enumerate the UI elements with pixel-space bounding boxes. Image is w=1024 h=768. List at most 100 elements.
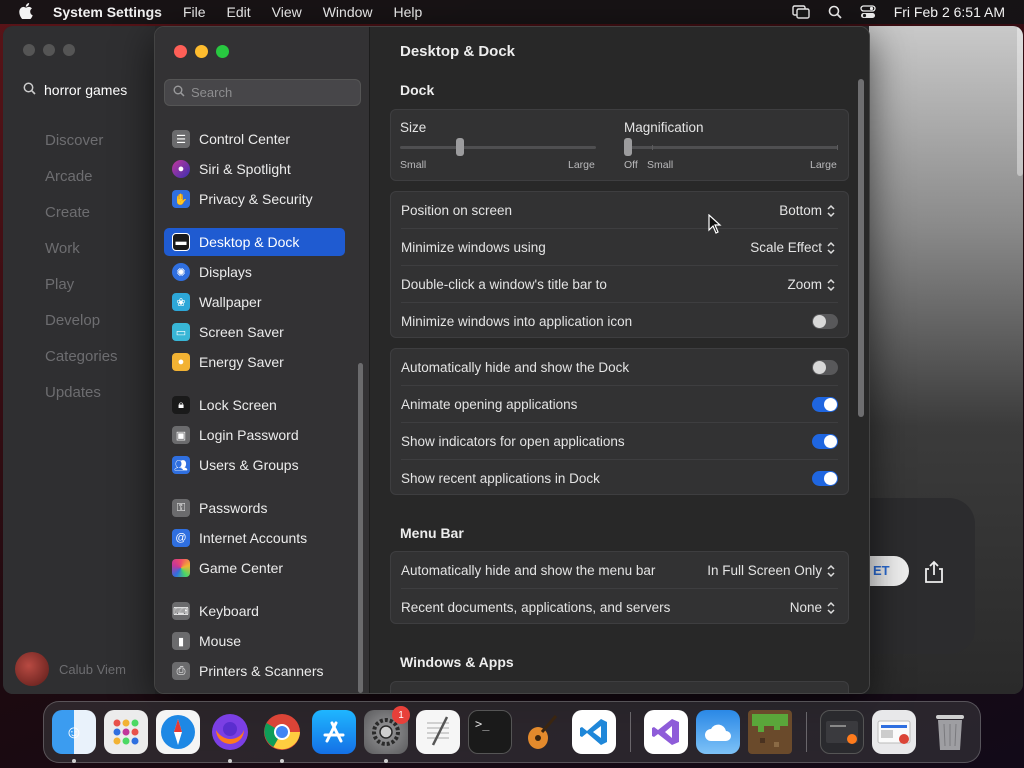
sidebar-item-control-center[interactable]: ☰ Control Center (164, 125, 345, 153)
menu-bar-hide-popup[interactable]: In Full Screen Only (707, 563, 836, 578)
sidebar-item-game-center[interactable]: Game Center (164, 554, 345, 582)
window-preview-icon[interactable] (872, 710, 916, 754)
minimize-into-app-icon-toggle[interactable] (812, 314, 838, 329)
screen-mirroring-icon[interactable] (792, 5, 810, 19)
safari-icon[interactable] (156, 710, 200, 754)
sidebar-item-siri-spotlight[interactable]: ● Siri & Spotlight (164, 155, 345, 183)
auto-hide-dock-toggle[interactable] (812, 360, 838, 375)
background-nav-arcade[interactable]: Arcade (45, 166, 118, 202)
sidebar-item-privacy-security[interactable]: ✋ Privacy & Security (164, 185, 345, 213)
menu-edit[interactable]: Edit (227, 4, 251, 20)
menu-window[interactable]: Window (323, 4, 373, 20)
magnification-slider-track[interactable] (624, 146, 838, 149)
padlock-icon: ▣ (172, 426, 190, 444)
background-user[interactable]: Calub Viem (15, 652, 126, 686)
minimize-windows-using-row[interactable]: Minimize windows using Scale Effect (391, 229, 848, 266)
sidebar-item-energy-saver[interactable]: ● Energy Saver (164, 348, 345, 376)
minimize-into-app-icon-row: Minimize windows into application icon (391, 303, 848, 340)
size-slider-track[interactable] (400, 146, 596, 149)
sidebar-item-internet-accounts[interactable]: @ Internet Accounts (164, 524, 345, 552)
sidebar-scrollbar[interactable] (358, 363, 363, 693)
row-label: Minimize windows using (401, 240, 546, 255)
minimize-effect-popup[interactable]: Scale Effect (750, 240, 836, 255)
background-nav-develop[interactable]: Develop (45, 310, 118, 346)
size-slider-knob[interactable] (456, 138, 465, 156)
background-nav-create[interactable]: Create (45, 202, 118, 238)
menu-view[interactable]: View (272, 4, 302, 20)
menu-clock[interactable]: Fri Feb 2 6:51 AM (894, 4, 1005, 20)
double-click-action-popup[interactable]: Zoom (787, 277, 836, 292)
control-center-icon[interactable] (860, 5, 876, 19)
sidebar-item-screen-saver[interactable]: ▭ Screen Saver (164, 318, 345, 346)
sidebar-item-label: Lock Screen (199, 397, 277, 413)
auto-hide-menu-bar-row[interactable]: Automatically hide and show the menu bar… (391, 552, 848, 589)
firefox-icon[interactable] (208, 710, 252, 754)
minimize-window-button[interactable] (195, 45, 208, 58)
chevron-up-down-icon (827, 204, 835, 217)
visual-studio-icon[interactable] (644, 710, 688, 754)
show-indicators-toggle[interactable] (812, 434, 838, 449)
background-scrollbar[interactable] (1017, 26, 1023, 176)
sidebar-item-label: Game Center (199, 560, 284, 576)
show-recent-apps-toggle[interactable] (812, 471, 838, 486)
background-nav-updates[interactable]: Updates (45, 382, 118, 418)
app-store-icon[interactable] (312, 710, 356, 754)
launchpad-icon[interactable] (104, 710, 148, 754)
position-popup[interactable]: Bottom (779, 203, 836, 218)
sidebar-item-login-password[interactable]: ▣ Login Password (164, 421, 345, 449)
sidebar-item-label: Internet Accounts (199, 530, 308, 546)
menu-app-name[interactable]: System Settings (53, 4, 162, 20)
zoom-window-button[interactable] (216, 45, 229, 58)
sidebar-item-desktop-dock[interactable]: ▬ Desktop & Dock (164, 228, 345, 256)
weather-icon[interactable] (696, 710, 740, 754)
spotlight-search-icon[interactable] (828, 5, 842, 19)
sidebar-item-passwords[interactable]: ⚿ Passwords (164, 494, 345, 522)
row-label: Double-click a window's title bar to (401, 277, 607, 292)
size-min-label: Small (400, 159, 427, 171)
animate-opening-toggle[interactable] (812, 397, 838, 412)
vscode-icon[interactable] (572, 710, 616, 754)
terminal-icon[interactable]: >_ (468, 710, 512, 754)
recent-documents-row[interactable]: Recent documents, applications, and serv… (391, 589, 848, 626)
double-click-title-bar-row[interactable]: Double-click a window's title bar to Zoo… (391, 266, 848, 303)
sun-icon: ✺ (172, 263, 190, 281)
textedit-icon[interactable] (416, 710, 460, 754)
sidebar-item-displays[interactable]: ✺ Displays (164, 258, 345, 286)
background-nav-categories[interactable]: Categories (45, 346, 118, 382)
trash-icon[interactable] (928, 710, 972, 754)
share-icon[interactable] (923, 560, 945, 589)
main-scrollbar[interactable] (858, 79, 864, 417)
sidebar-item-users-groups[interactable]: 👥︎ Users & Groups (164, 451, 345, 479)
siri-icon: ● (172, 160, 190, 178)
sidebar-item-printers-scanners[interactable]: ⎙ Printers & Scanners (164, 657, 345, 685)
section-dock: Dock (400, 82, 435, 98)
popup-value: Scale Effect (750, 240, 822, 255)
row-label: Recent documents, applications, and serv… (401, 600, 671, 615)
background-nav-discover[interactable]: Discover (45, 130, 118, 166)
settings-search-input[interactable] (191, 85, 351, 100)
magnification-slider-knob[interactable] (624, 138, 632, 156)
menu-file[interactable]: File (183, 4, 206, 20)
close-window-button[interactable] (174, 45, 187, 58)
recent-items-popup[interactable]: None (790, 600, 836, 615)
sidebar-item-mouse[interactable]: ▮ Mouse (164, 627, 345, 655)
popup-value: Zoom (787, 277, 822, 292)
minecraft-icon[interactable] (748, 710, 792, 754)
sidebar-item-lock-screen[interactable]: 🔒︎ Lock Screen (164, 391, 345, 419)
show-recent-apps-row: Show recent applications in Dock (391, 460, 848, 497)
sidebar-item-keyboard[interactable]: ⌨ Keyboard (164, 597, 345, 625)
chrome-icon[interactable] (260, 710, 304, 754)
background-get-button[interactable]: ET (869, 556, 909, 586)
window-preview-icon[interactable] (820, 710, 864, 754)
background-nav-work[interactable]: Work (45, 238, 118, 274)
game-center-icon (172, 559, 190, 577)
position-on-screen-row[interactable]: Position on screen Bottom (391, 192, 848, 229)
background-nav-play[interactable]: Play (45, 274, 118, 310)
sidebar-item-wallpaper[interactable]: ❀ Wallpaper (164, 288, 345, 316)
menu-help[interactable]: Help (394, 4, 423, 20)
settings-search-field[interactable] (164, 79, 361, 106)
garageband-icon[interactable] (520, 710, 564, 754)
background-search-field[interactable]: horror games (23, 82, 127, 98)
finder-icon[interactable]: ☺ (52, 710, 96, 754)
apple-menu-icon[interactable] (19, 2, 33, 22)
